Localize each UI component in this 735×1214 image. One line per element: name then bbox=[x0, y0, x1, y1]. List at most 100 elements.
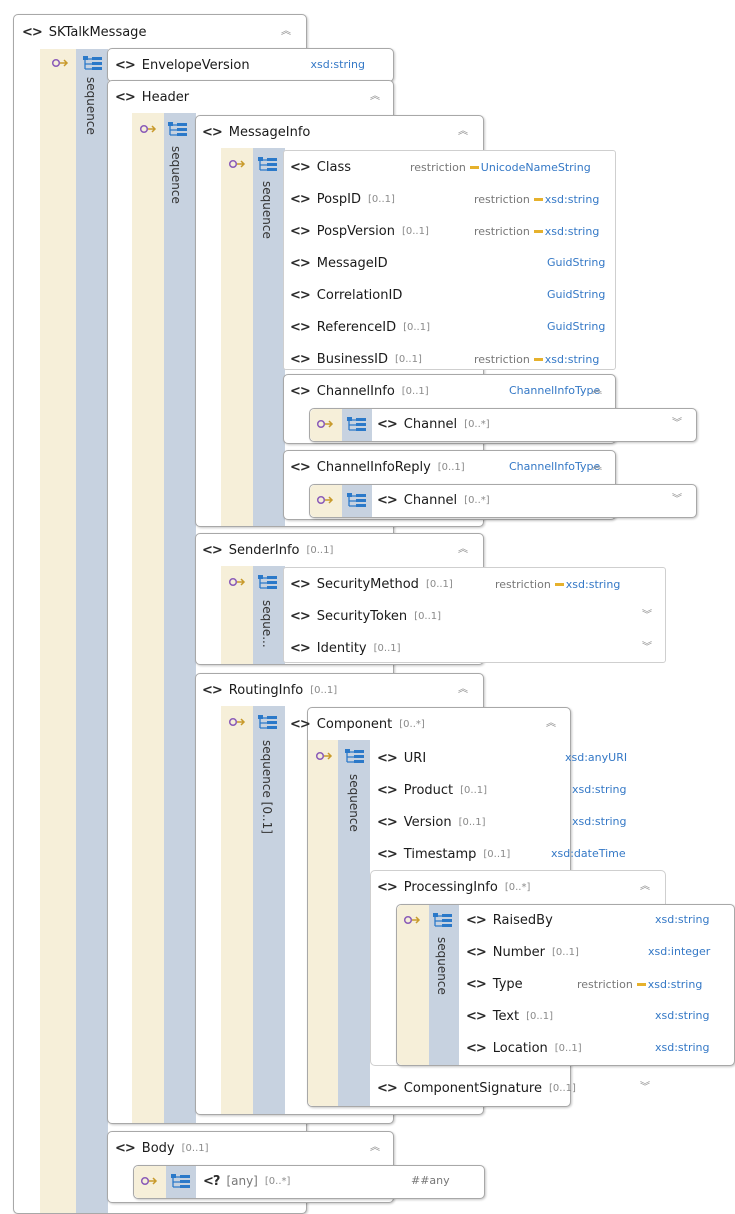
element-icon: <> bbox=[466, 1008, 487, 1024]
collapse-chevron-icon[interactable]: ︽ bbox=[458, 116, 468, 148]
expand-chevron-icon[interactable]: ︾ bbox=[672, 408, 682, 440]
sequence-tree-icon bbox=[258, 715, 277, 729]
element-icon: <> bbox=[202, 682, 223, 698]
element-messageinfo[interactable]: <> MessageInfo bbox=[202, 116, 310, 148]
collapse-chevron-icon[interactable]: ︽ bbox=[370, 81, 380, 113]
type-label: ChannelInfoType bbox=[509, 384, 601, 397]
element-correlationid[interactable]: <> CorrelationID bbox=[290, 279, 402, 311]
element-businessid[interactable]: <> BusinessID [0..1] bbox=[290, 343, 422, 375]
type-label: xsd:string bbox=[544, 352, 600, 366]
element-product[interactable]: <> Product [0..1] bbox=[377, 774, 487, 806]
type-label: xsd:string bbox=[565, 577, 621, 591]
cardinality-label: [0..1] bbox=[373, 642, 401, 654]
element-icon: <> bbox=[290, 191, 311, 207]
expand-chevron-icon[interactable]: ︾ bbox=[642, 632, 652, 664]
element-body[interactable]: <> Body [0..1] bbox=[115, 1132, 209, 1164]
element-componentsignature[interactable]: <> ComponentSignature [0..1] bbox=[377, 1072, 576, 1104]
element-icon: <> bbox=[290, 223, 311, 239]
element-channel[interactable]: <> Channel [0..*] bbox=[377, 484, 490, 516]
element-icon: <> bbox=[202, 124, 223, 140]
expand-chevron-icon[interactable]: ︾ bbox=[672, 484, 682, 516]
element-pospid[interactable]: <> PospID [0..1] bbox=[290, 183, 395, 215]
element-processinginfo[interactable]: <> ProcessingInfo [0..*] bbox=[377, 871, 530, 903]
element-sktalkmessage[interactable]: <> SKTalkMessage bbox=[22, 16, 146, 48]
element-uri[interactable]: <> URI bbox=[377, 742, 426, 774]
restriction-bar-icon bbox=[469, 166, 479, 169]
element-referenceid[interactable]: <> ReferenceID [0..1] bbox=[290, 311, 430, 343]
sequence-order-icon bbox=[228, 577, 246, 587]
cardinality-label: [0..1] bbox=[306, 544, 334, 556]
element-channelinforeply[interactable]: <> ChannelInfoReply [0..1] bbox=[290, 451, 465, 483]
element-envelopeversion[interactable]: <> EnvelopeVersion bbox=[115, 49, 250, 81]
restriction-label: restriction bbox=[410, 160, 466, 174]
element-icon: <> bbox=[466, 912, 487, 928]
element-routinginfo[interactable]: <> RoutingInfo [0..1] bbox=[202, 674, 337, 706]
element-version[interactable]: <> Version [0..1] bbox=[377, 806, 486, 838]
cardinality-label: [0..*] bbox=[464, 418, 490, 430]
element-location[interactable]: <> Location [0..1] bbox=[466, 1032, 582, 1064]
type-label: xsd:string bbox=[572, 815, 627, 828]
element-icon: <> bbox=[377, 416, 398, 432]
element-class[interactable]: <> Class bbox=[290, 151, 351, 183]
cardinality-label: [0..1] bbox=[526, 1010, 553, 1022]
collapse-chevron-icon[interactable]: ︽ bbox=[458, 534, 468, 566]
element-type[interactable]: <> Type bbox=[466, 968, 523, 1000]
pospid-type: restriction xsd:string bbox=[474, 183, 599, 215]
element-text[interactable]: <> Text [0..1] bbox=[466, 1000, 553, 1032]
element-raisedby[interactable]: <> RaisedBy bbox=[466, 904, 553, 936]
collapse-chevron-icon[interactable]: ︽ bbox=[546, 708, 556, 740]
type-label: xsd:string bbox=[647, 977, 703, 991]
type-label: GuidString bbox=[547, 320, 606, 333]
element-icon: <> bbox=[290, 319, 311, 335]
element-icon: <> bbox=[377, 814, 398, 830]
type-label: xsd:anyURI bbox=[565, 751, 628, 764]
element-channel[interactable]: <> Channel [0..*] bbox=[377, 408, 490, 440]
type-label: xsd:string bbox=[655, 1041, 710, 1054]
element-icon: <> bbox=[115, 1140, 136, 1156]
collapse-chevron-icon[interactable]: ︽ bbox=[458, 674, 468, 706]
expand-chevron-icon[interactable]: ︾ bbox=[642, 600, 652, 632]
sequence-order-icon bbox=[139, 124, 157, 134]
cardinality-label: [0..1] bbox=[401, 225, 429, 237]
element-securitymethod[interactable]: <> SecurityMethod [0..1] bbox=[290, 568, 453, 600]
sequence-label: sequence bbox=[347, 774, 361, 832]
element-securitytoken[interactable]: <> SecurityToken [0..1] bbox=[290, 600, 441, 632]
collapse-chevron-icon[interactable]: ︽ bbox=[592, 451, 602, 483]
type-label: ##any bbox=[411, 1174, 450, 1187]
type-label: GuidString bbox=[547, 288, 606, 301]
element-number[interactable]: <> Number [0..1] bbox=[466, 936, 579, 968]
collapse-chevron-icon[interactable]: ︽ bbox=[640, 871, 650, 903]
element-any[interactable]: <? [any] [0..*] bbox=[203, 1165, 290, 1197]
cardinality-label: [0..*] bbox=[399, 718, 425, 730]
expand-chevron-icon[interactable]: ︾ bbox=[640, 1072, 650, 1104]
element-senderinfo[interactable]: <> SenderInfo [0..1] bbox=[202, 534, 333, 566]
element-icon: <> bbox=[202, 542, 223, 558]
collapse-chevron-icon[interactable]: ︽ bbox=[592, 375, 602, 407]
element-icon: <> bbox=[22, 24, 43, 40]
header-cream bbox=[132, 113, 165, 1123]
element-timestamp[interactable]: <> Timestamp [0..1] bbox=[377, 838, 510, 870]
collapse-chevron-icon[interactable]: ︽ bbox=[370, 1132, 380, 1164]
restriction-bar-icon bbox=[533, 198, 543, 201]
element-icon: <> bbox=[290, 255, 311, 271]
collapse-chevron-icon[interactable]: ︽ bbox=[281, 16, 291, 48]
element-component[interactable]: <> Component [0..*] bbox=[290, 708, 425, 740]
sequence-label: sequence bbox=[435, 937, 449, 995]
sequence-tree-icon bbox=[171, 1174, 190, 1188]
element-header[interactable]: <> Header bbox=[115, 81, 189, 113]
class-type: restriction UnicodeNameString bbox=[410, 151, 591, 183]
element-pospversion[interactable]: <> PospVersion [0..1] bbox=[290, 215, 429, 247]
cardinality-label: [0..1] bbox=[437, 461, 465, 473]
cardinality-label: [0..1] bbox=[554, 1042, 582, 1054]
sequence-order-icon bbox=[51, 58, 69, 68]
cardinality-label: [0..*] bbox=[464, 494, 490, 506]
sequence-order-icon bbox=[228, 159, 246, 169]
restriction-bar-icon bbox=[554, 583, 564, 586]
cardinality-label: [0..1] bbox=[460, 784, 488, 796]
element-icon: <> bbox=[466, 1040, 487, 1056]
element-channelinfo[interactable]: <> ChannelInfo [0..1] bbox=[290, 375, 429, 407]
sequence-tree-icon bbox=[258, 575, 277, 589]
element-messageid[interactable]: <> MessageID bbox=[290, 247, 388, 279]
sequence-order-icon bbox=[315, 751, 333, 761]
element-identity[interactable]: <> Identity [0..1] bbox=[290, 632, 401, 664]
